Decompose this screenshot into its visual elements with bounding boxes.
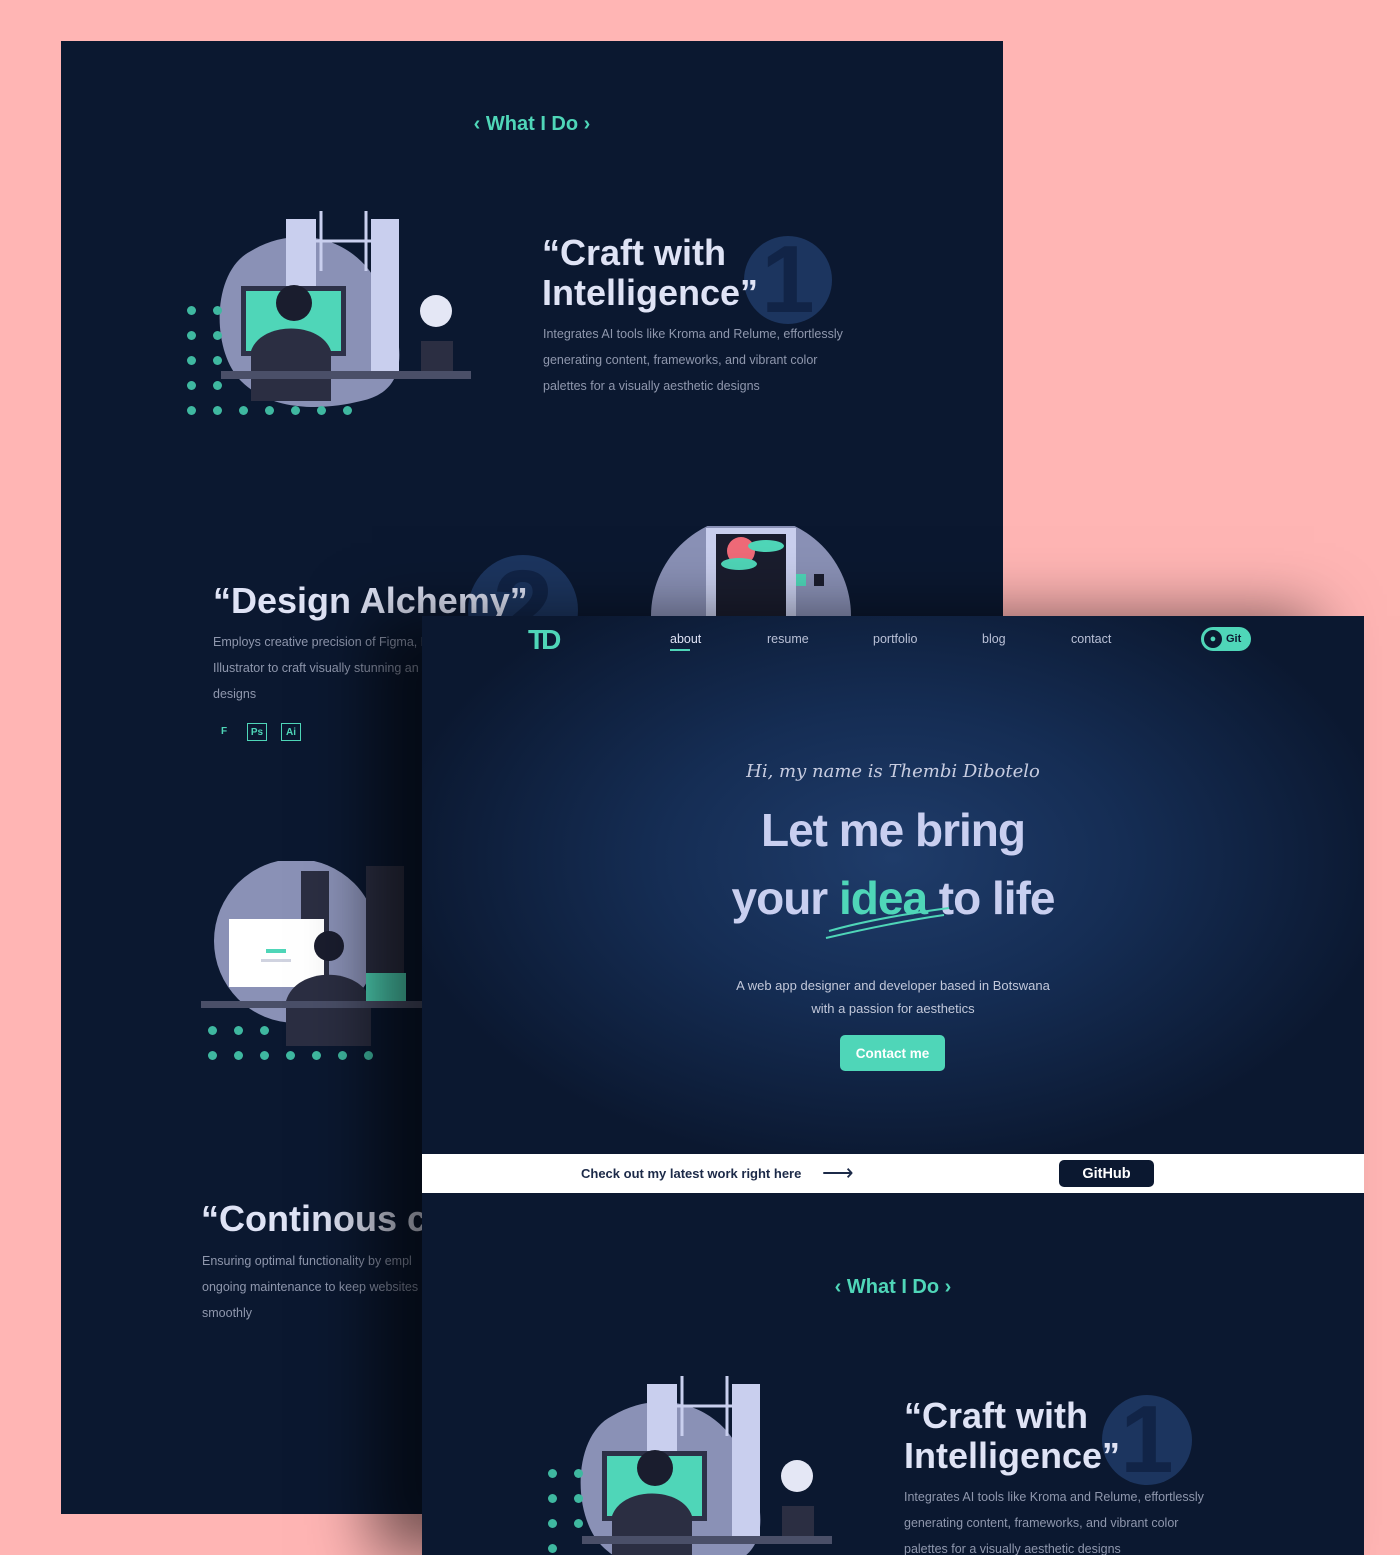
git-button-label: Git (1226, 633, 1242, 645)
service-description: Integrates AI tools like Kroma and Relum… (904, 1490, 1204, 1555)
service-description: Employs creative precision of Figma, P I… (213, 635, 430, 701)
section-title-what-i-do: ‹ What I Do › (473, 113, 591, 135)
nav-contact[interactable]: contact (1071, 632, 1111, 646)
hero-subtext: A web app designer and developer based i… (736, 978, 1050, 1016)
dots-decoration (208, 1001, 378, 1061)
tool-icons: F Ps Ai (215, 723, 301, 741)
contact-me-button[interactable]: Contact me (840, 1035, 945, 1071)
banner-text: Check out my latest work right here (581, 1166, 802, 1181)
service-title: “Craft with Intelligence” (542, 232, 759, 313)
service-title: “Continous c (201, 1198, 427, 1239)
underline-scribble (825, 907, 950, 939)
section-title-what-i-do: ‹ What I Do › (834, 1276, 952, 1298)
service-description: Integrates AI tools like Kroma and Relum… (543, 327, 843, 393)
figma-icon: F (220, 725, 228, 737)
service-title: “Craft with Intelligence” (904, 1395, 1121, 1476)
arrow-right-icon: ⟶ (822, 1160, 854, 1185)
service-title: “Design Alchemy” (213, 580, 528, 621)
nav-blog[interactable]: blog (982, 632, 1006, 646)
foreground-page-screenshot: TD about resume portfolio blog contact ●… (422, 616, 1364, 1555)
site-logo[interactable]: TD (528, 624, 561, 656)
nav-about[interactable]: about (670, 632, 701, 651)
hero-section: TD about resume portfolio blog contact ●… (422, 616, 1364, 1154)
github-button[interactable]: GitHub (1059, 1160, 1154, 1187)
nav-resume[interactable]: resume (767, 632, 809, 646)
github-icon: ● (1204, 630, 1222, 648)
photoshop-icon: Ps (247, 723, 267, 741)
illustrator-icon: Ai (281, 723, 301, 741)
github-banner: Check out my latest work right here ⟶ Gi… (422, 1154, 1364, 1193)
nav-portfolio[interactable]: portfolio (873, 632, 917, 646)
greeting: Hi, my name is Thembi Dibotelo (746, 761, 1040, 782)
design-illustration (651, 526, 851, 616)
dots-decoration (548, 1469, 608, 1555)
dots-decoration (187, 306, 367, 416)
service-description: Ensuring optimal functionality by empl o… (202, 1254, 419, 1320)
git-button[interactable]: ● Git (1201, 627, 1251, 651)
